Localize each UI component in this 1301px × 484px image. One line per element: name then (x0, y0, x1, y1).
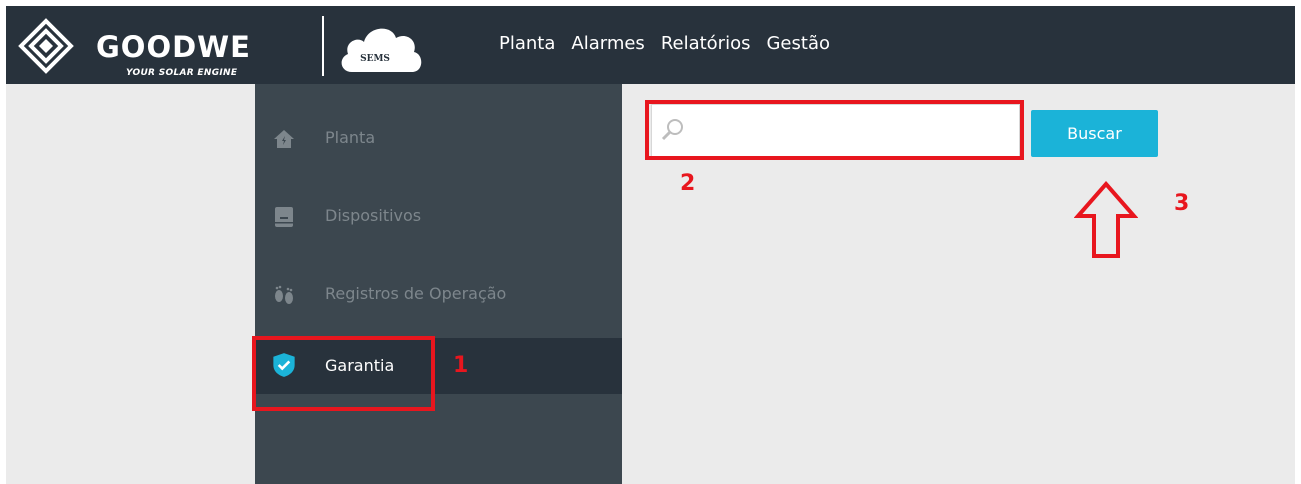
nav-item-planta[interactable]: Planta (499, 30, 555, 62)
search-button[interactable]: Buscar (1031, 110, 1158, 157)
product-name: SEMS (360, 54, 390, 64)
annotation-box-2 (645, 100, 1024, 160)
sidebar-item-label: Planta (325, 128, 376, 147)
sidebar-item-planta[interactable]: Planta (255, 110, 622, 166)
logo-divider (322, 16, 324, 76)
goodwe-logo-icon (18, 18, 74, 74)
top-navigation-bar: GOODWE YOUR SOLAR ENGINE SEMS Planta Ala… (6, 6, 1295, 84)
sidebar-item-label: Registros de Operação (325, 284, 507, 303)
main-nav: Planta Alarmes Relatórios Gestão (499, 30, 846, 62)
sidebar-item-dispositivos[interactable]: Dispositivos (255, 188, 622, 244)
annotation-box-1 (252, 336, 435, 411)
nav-item-gestao[interactable]: Gestão (766, 30, 830, 62)
nav-item-relatorios[interactable]: Relatórios (661, 30, 751, 62)
sidebar-item-label: Dispositivos (325, 206, 422, 225)
annotation-number-3: 3 (1174, 191, 1190, 216)
left-gutter (6, 84, 255, 484)
brand-tagline: YOUR SOLAR ENGINE (126, 68, 238, 78)
sidebar: Planta Dispositivos Registros de Operaçã… (255, 84, 622, 484)
home-icon (274, 130, 294, 148)
annotation-number-2: 2 (680, 171, 696, 196)
arrow-up-icon (1074, 180, 1138, 258)
sidebar-item-registros[interactable]: Registros de Operação (255, 266, 622, 322)
sems-cloud-icon (341, 28, 422, 72)
nav-item-alarmes[interactable]: Alarmes (571, 30, 644, 62)
brand-name: GOODWE (96, 30, 251, 64)
footprints-icon (275, 285, 293, 304)
device-icon (275, 207, 293, 227)
annotation-number-1: 1 (453, 353, 469, 378)
